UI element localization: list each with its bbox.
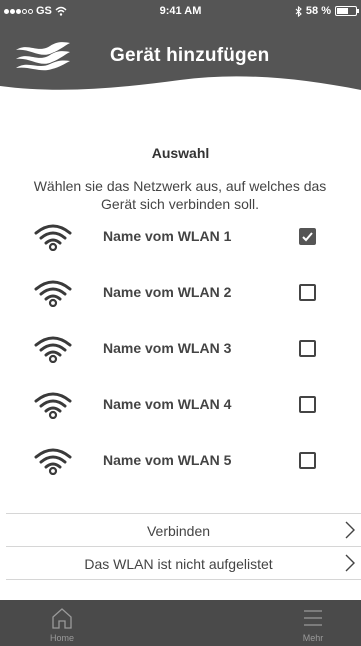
wifi-icon <box>34 280 72 307</box>
network-name: Name vom WLAN 5 <box>103 452 232 468</box>
menu-icon <box>304 610 322 626</box>
wifi-icon <box>34 448 72 475</box>
not-listed-label: Das WLAN ist nicht aufgelistet <box>84 556 273 572</box>
network-row[interactable]: Name vom WLAN 5 <box>0 439 361 483</box>
network-name: Name vom WLAN 3 <box>103 340 232 356</box>
network-row[interactable]: Name vom WLAN 2 <box>0 271 361 315</box>
tab-more-label: Mehr <box>302 633 324 643</box>
network-name: Name vom WLAN 1 <box>103 228 232 244</box>
connect-label: Verbinden <box>146 523 211 539</box>
network-row[interactable]: Name vom WLAN 4 <box>0 383 361 427</box>
tab-home-label: Home <box>49 633 74 643</box>
status-bar: GS 9:41 AM 58 % <box>0 0 361 22</box>
battery-icon <box>335 6 359 16</box>
page-title: Gerät hinzufügen <box>110 45 270 66</box>
network-not-listed-button[interactable]: Das WLAN ist nicht aufgelistet <box>6 546 361 579</box>
home-icon <box>52 608 72 629</box>
network-checkbox-2[interactable] <box>299 284 316 301</box>
bluetooth-icon <box>295 5 302 17</box>
tab-more[interactable]: Mehr <box>278 600 348 646</box>
network-checkbox-1[interactable] <box>299 228 316 245</box>
network-checkbox-4[interactable] <box>299 396 316 413</box>
app-header: GS 9:41 AM 58 % Gerät hinzufügen <box>0 0 361 100</box>
wifi-icon <box>34 392 72 419</box>
network-name: Name vom WLAN 4 <box>103 396 232 412</box>
section-title: Auswahl <box>151 145 210 161</box>
battery-percent: 58 % <box>305 5 331 17</box>
chevron-right-icon <box>345 554 355 572</box>
tab-home[interactable]: Home <box>27 600 97 646</box>
network-row[interactable]: Name vom WLAN 1 <box>0 215 361 259</box>
network-checkbox-3[interactable] <box>299 340 316 357</box>
instructions-text: Wählen sie das Netzwerk aus, auf welches… <box>33 178 327 212</box>
wifi-icon <box>34 336 72 363</box>
connect-button[interactable]: Verbinden <box>6 513 361 546</box>
divider <box>6 579 361 580</box>
checkmark-icon <box>302 232 313 242</box>
wave-logo-icon <box>16 42 70 71</box>
chevron-right-icon <box>345 521 355 539</box>
tab-bar: Home Mehr <box>0 600 361 646</box>
network-row[interactable]: Name vom WLAN 3 <box>0 327 361 371</box>
wifi-icon <box>34 224 72 251</box>
network-name: Name vom WLAN 2 <box>103 284 232 300</box>
network-checkbox-5[interactable] <box>299 452 316 469</box>
